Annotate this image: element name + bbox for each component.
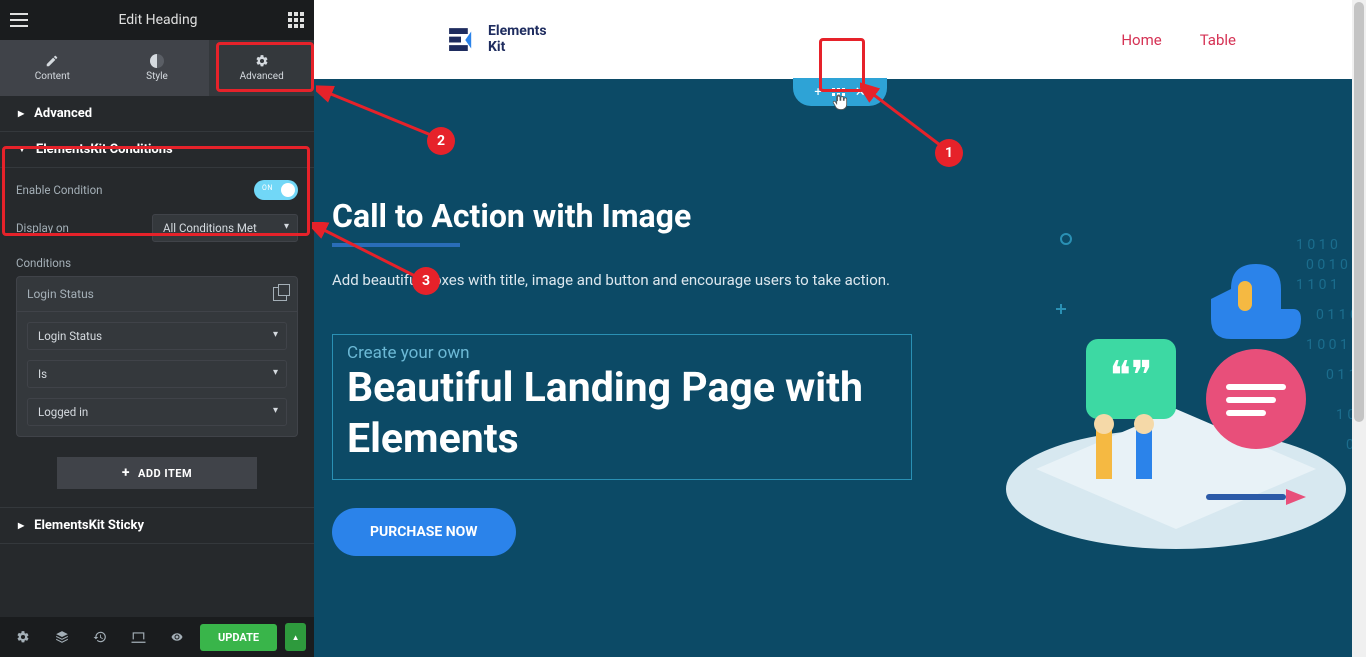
condition-field-select[interactable]: Login Status: [27, 322, 287, 350]
section-sticky-label: ElementsKit Sticky: [34, 518, 144, 533]
svg-text:1 1 0 1: 1 1 0 1: [1296, 277, 1338, 293]
elementor-sidebar: Edit Heading Content Style Advanced Adva…: [0, 0, 314, 657]
preview-canvas: ElementsKit Home Table + ✕ Call to Actio…: [314, 0, 1366, 657]
nav-table[interactable]: Table: [1200, 31, 1236, 49]
condition-card-body: Login Status Is Logged in: [17, 312, 297, 436]
hamburger-icon[interactable]: [10, 13, 28, 27]
display-on-row: Display on All Conditions Met: [16, 214, 298, 242]
condition-card: Login Status Login Status Is Logged in: [16, 276, 298, 437]
update-button[interactable]: UPDATE: [200, 624, 277, 651]
navigator-icon[interactable]: [46, 624, 76, 650]
tab-style[interactable]: Style: [105, 40, 210, 96]
enable-condition-toggle[interactable]: ON: [254, 180, 298, 200]
svg-text:❝❞: ❝❞: [1109, 352, 1152, 399]
nav: Home Table: [1121, 31, 1236, 49]
gear-icon: [255, 54, 269, 68]
plus-icon: +: [122, 465, 130, 481]
scrollbar-thumb[interactable]: [1354, 2, 1364, 422]
sidebar-header: Edit Heading: [0, 0, 314, 40]
preview-icon[interactable]: [162, 624, 192, 650]
add-item-label: ADD ITEM: [138, 467, 192, 480]
condition-card-header[interactable]: Login Status: [17, 277, 297, 312]
hero-illustration: ❝❞ 1 0 1 00 0 1 01 1 0 1 0 1 1 01 0 0 10…: [976, 189, 1366, 589]
update-dropdown[interactable]: ▲: [285, 623, 306, 651]
add-item-button[interactable]: + ADD ITEM: [57, 457, 257, 489]
purchase-button[interactable]: PURCHASE NOW: [332, 508, 516, 556]
condition-value-select[interactable]: Logged in: [27, 398, 287, 426]
tab-content[interactable]: Content: [0, 40, 105, 96]
conditions-panel: Enable Condition ON Display on All Condi…: [0, 168, 314, 507]
editor-tabs: Content Style Advanced: [0, 40, 314, 96]
scrollbar[interactable]: [1352, 0, 1366, 657]
section-handle: + ✕: [793, 78, 887, 106]
enable-condition-row: Enable Condition ON: [16, 180, 298, 200]
apps-grid-icon[interactable]: [288, 12, 304, 28]
delete-section-icon[interactable]: ✕: [855, 85, 866, 100]
display-on-label: Display on: [16, 221, 69, 235]
section-conditions-label: ElementsKit Conditions: [36, 142, 173, 157]
display-on-select[interactable]: All Conditions Met: [152, 214, 298, 242]
tab-advanced-label: Advanced: [240, 71, 284, 82]
cta-title: Beautiful Landing Page with Elements: [347, 363, 897, 466]
half-circle-icon: [150, 54, 164, 68]
copy-icon[interactable]: [273, 287, 287, 301]
cursor-hand-icon: [830, 90, 850, 114]
tab-advanced[interactable]: Advanced: [209, 40, 314, 96]
condition-operator-select[interactable]: Is: [27, 360, 287, 388]
history-icon[interactable]: [85, 624, 115, 650]
sidebar-title: Edit Heading: [28, 12, 288, 28]
title-underline: [332, 243, 460, 247]
hero-subtitle: Add beautiful boxes with title, image an…: [332, 269, 892, 292]
logo[interactable]: ElementsKit: [444, 23, 547, 57]
cta-heading-widget[interactable]: Create your own Beautiful Landing Page w…: [332, 334, 912, 481]
hero-section[interactable]: + ✕ Call to Action with Image Add beauti…: [314, 79, 1366, 657]
page-header: ElementsKit Home Table: [314, 0, 1366, 79]
add-section-icon[interactable]: +: [814, 85, 821, 100]
cta-small-text: Create your own: [347, 343, 897, 363]
svg-text:1 0 1 0: 1 0 1 0: [1296, 237, 1338, 253]
conditions-label: Conditions: [16, 256, 298, 270]
logo-icon: [444, 23, 478, 57]
responsive-icon[interactable]: [123, 624, 153, 650]
condition-card-title: Login Status: [27, 287, 273, 301]
bottom-bar: UPDATE ▲: [0, 617, 314, 657]
toggle-knob: [281, 183, 295, 197]
tab-style-label: Style: [146, 71, 168, 82]
section-elementskit-sticky[interactable]: ElementsKit Sticky: [0, 507, 314, 544]
logo-text: ElementsKit: [488, 24, 547, 55]
section-elementskit-conditions[interactable]: ElementsKit Conditions: [0, 132, 314, 168]
pencil-icon: [45, 54, 59, 68]
settings-icon[interactable]: [8, 624, 38, 650]
section-advanced[interactable]: Advanced: [0, 96, 314, 132]
section-advanced-label: Advanced: [34, 106, 92, 121]
tab-content-label: Content: [35, 71, 70, 82]
svg-text:1 0 0 1: 1 0 0 1: [1306, 337, 1348, 353]
enable-condition-label: Enable Condition: [16, 183, 103, 197]
toggle-on-label: ON: [262, 184, 273, 192]
svg-text:0 0 1 0: 0 0 1 0: [1306, 257, 1348, 273]
nav-home[interactable]: Home: [1121, 31, 1161, 49]
